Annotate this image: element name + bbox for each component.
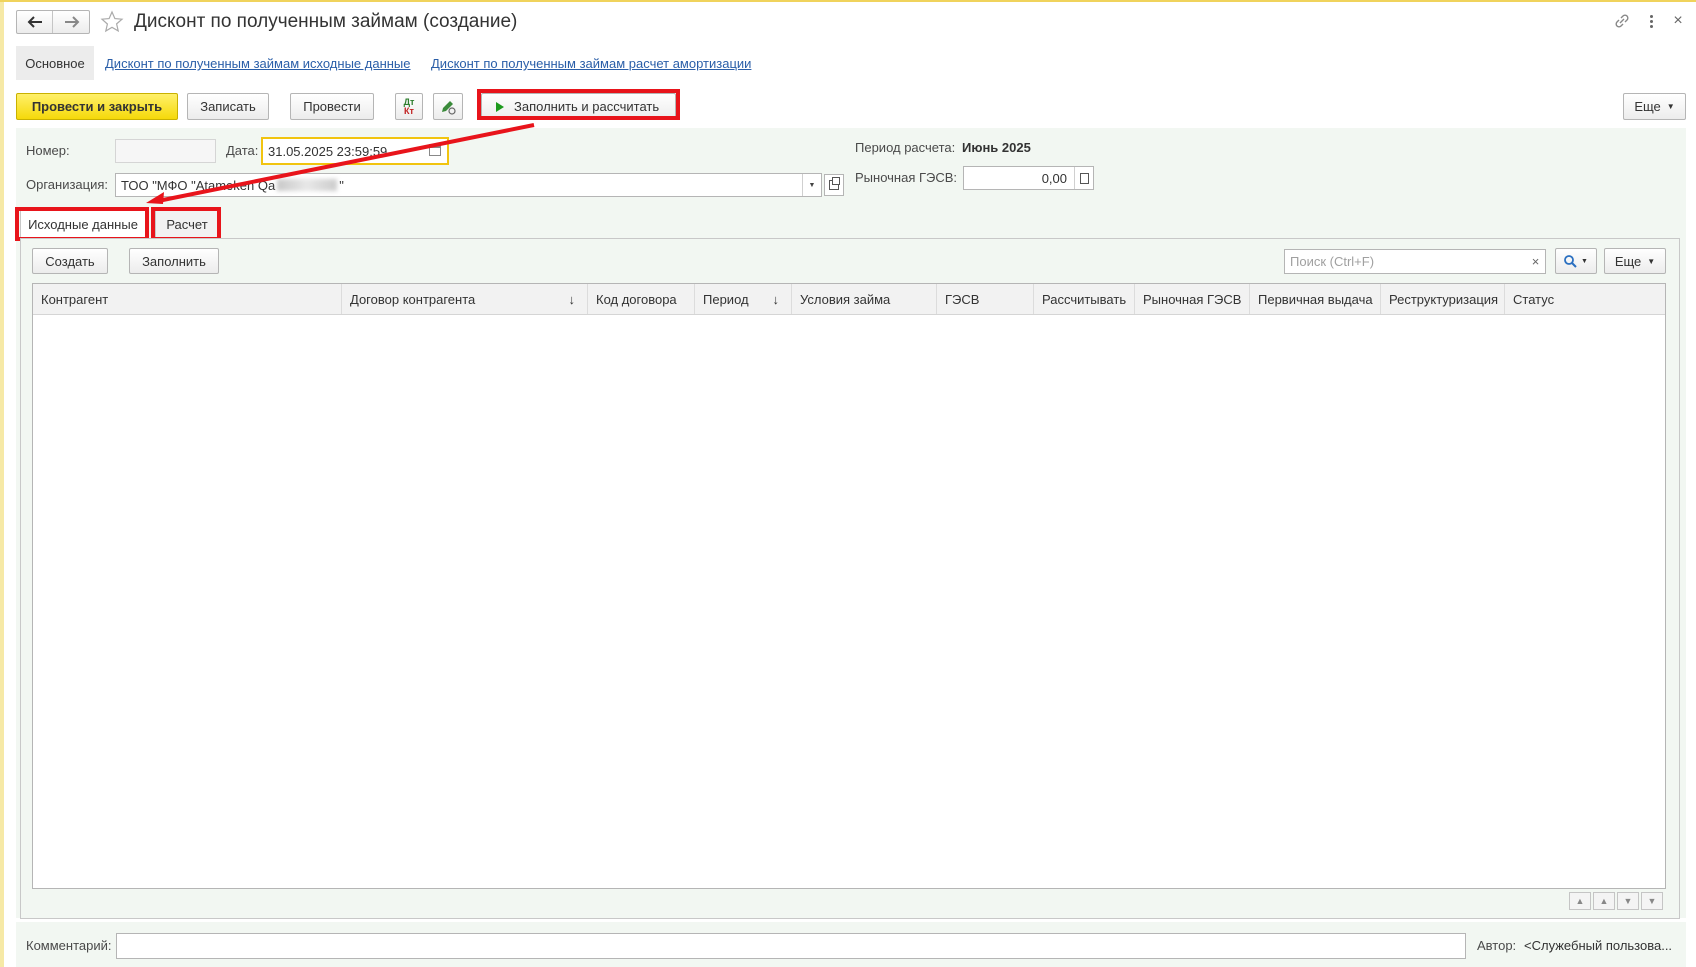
tab-source-data-label: Исходные данные [28, 217, 138, 232]
fill-button[interactable]: Заполнить [129, 248, 219, 274]
scroll-top-icon[interactable]: ▲ [1569, 892, 1591, 910]
col-market-gesv-label: Рыночная ГЭСВ [1143, 291, 1242, 307]
col-contract-code[interactable]: Код договора [588, 284, 695, 314]
data-table: Контрагент Договор контрагента ↓ Код дого… [32, 283, 1666, 889]
search-placeholder: Поиск (Ctrl+F) [1290, 254, 1375, 269]
author-label: Автор: [1477, 938, 1517, 953]
tab-calculation[interactable]: Расчет [155, 210, 219, 238]
col-contract[interactable]: Договор контрагента ↓ [342, 284, 588, 314]
chevron-down-icon: ▼ [1647, 256, 1656, 266]
col-calculate-label: Рассчитывать [1042, 291, 1127, 307]
scroll-bottom-icon[interactable]: ▼ [1641, 892, 1663, 910]
col-counterparty-label: Контрагент [41, 291, 109, 307]
col-first-issue[interactable]: Первичная выдача [1250, 284, 1381, 314]
author-value: <Служебный пользова... [1524, 938, 1673, 953]
search-clear-button[interactable]: × [1526, 249, 1546, 274]
comment-field[interactable] [116, 933, 1466, 959]
col-first-issue-label: Первичная выдача [1258, 291, 1373, 307]
clear-icon: × [1531, 254, 1540, 269]
search-input[interactable]: Поиск (Ctrl+F) [1284, 249, 1527, 274]
sort-arrow-icon: ↓ [772, 291, 780, 307]
col-restructuring[interactable]: Реструктуризация [1381, 284, 1505, 314]
scroll-down-icon[interactable]: ▼ [1617, 892, 1639, 910]
col-status[interactable]: Статус [1505, 284, 1665, 314]
tab-source-data[interactable]: Исходные данные [20, 210, 146, 238]
col-period[interactable]: Период ↓ [695, 284, 792, 314]
col-restructuring-label: Реструктуризация [1389, 291, 1499, 307]
col-period-label: Период [703, 291, 749, 307]
col-calculate[interactable]: Рассчитывать [1034, 284, 1135, 314]
table-body[interactable] [33, 315, 1665, 888]
col-market-gesv[interactable]: Рыночная ГЭСВ [1135, 284, 1250, 314]
tab-calculation-label: Расчет [166, 217, 208, 232]
col-contract-label: Договор контрагента [350, 291, 476, 307]
table-more-button[interactable]: Еще ▼ [1604, 248, 1666, 274]
search-button[interactable]: ▼ [1555, 248, 1597, 274]
col-status-label: Статус [1513, 291, 1555, 307]
comment-label: Комментарий: [26, 938, 112, 953]
create-button[interactable]: Создать [32, 248, 108, 274]
col-gesv-label: ГЭСВ [945, 291, 980, 307]
scroll-up-icon[interactable]: ▲ [1593, 892, 1615, 910]
search-icon [1564, 254, 1577, 268]
col-contract-code-label: Код договора [596, 291, 677, 307]
chevron-down-icon: ▼ [1581, 257, 1588, 265]
col-loan-terms[interactable]: Условия займа [792, 284, 937, 314]
col-loan-terms-label: Условия займа [800, 291, 891, 307]
sort-arrow-icon: ↓ [568, 291, 576, 307]
table-more-label: Еще [1614, 253, 1642, 269]
col-counterparty[interactable]: Контрагент [33, 284, 342, 314]
table-header: Контрагент Договор контрагента ↓ Код дого… [33, 284, 1665, 315]
col-gesv[interactable]: ГЭСВ [937, 284, 1034, 314]
